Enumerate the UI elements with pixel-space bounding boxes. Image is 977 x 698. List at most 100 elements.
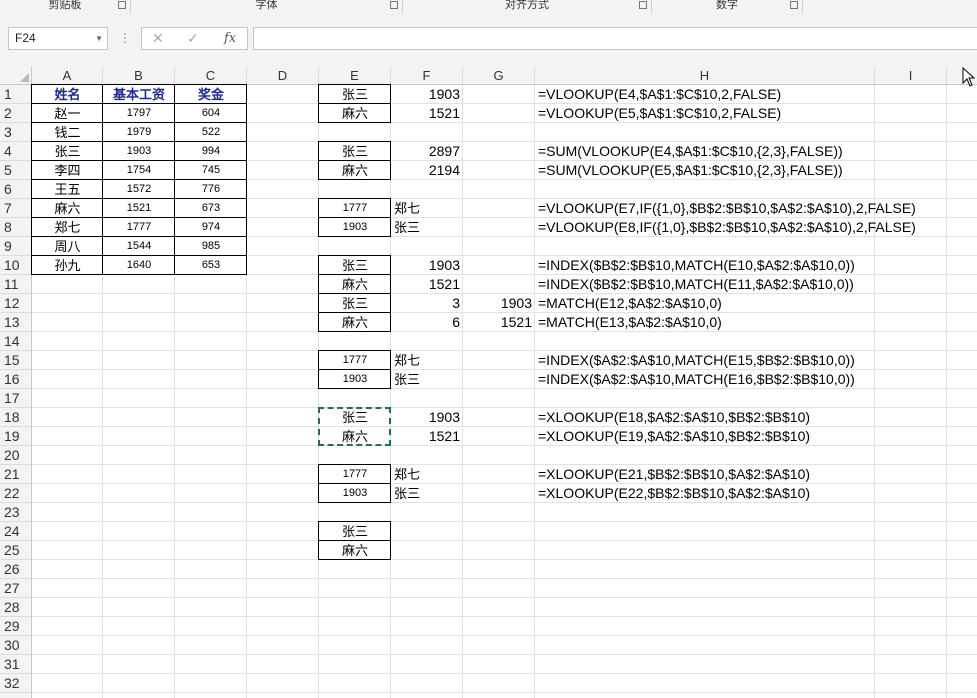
row-header[interactable]: 5 (0, 161, 31, 180)
formula-cell-f15[interactable]: 郑七 (391, 351, 463, 370)
cell-area[interactable]: 姓名 基本工资 奖金 赵一 1797 604 钱二 1979 522 张三 1903 994 李四 175… (31, 84, 977, 698)
formula-cell-h21[interactable]: =XLOOKUP(E21,$B$2:$B$10,$A$2:$A$10) (535, 465, 875, 484)
formula-cell-f8[interactable]: 张三 (391, 218, 463, 237)
cancel-icon[interactable]: ✕ (152, 30, 164, 47)
row-header[interactable]: 17 (0, 389, 31, 408)
row-header[interactable]: 26 (0, 560, 31, 579)
formula-cell-h15[interactable]: =INDEX($A$2:$A$10,MATCH(E15,$B$2:$B$10,0… (535, 351, 875, 370)
row-header[interactable]: 13 (0, 313, 31, 332)
row-header[interactable]: 4 (0, 142, 31, 161)
row-header[interactable]: 30 (0, 636, 31, 655)
grid-line (32, 616, 977, 617)
row-header[interactable]: 21 (0, 465, 31, 484)
row-header[interactable]: 22 (0, 484, 31, 503)
dialog-launcher-icon[interactable] (790, 1, 798, 9)
row-header[interactable]: 27 (0, 579, 31, 598)
row-header[interactable]: 19 (0, 427, 31, 446)
formula-cell-f19[interactable]: 1521 (391, 427, 463, 446)
table-cell-border (31, 84, 103, 104)
formula-cell-h16[interactable]: =INDEX($A$2:$A$10,MATCH(E16,$B$2:$B$10,0… (535, 370, 875, 389)
chevron-down-icon[interactable]: ▼ (95, 28, 103, 49)
column-header-h[interactable]: H (535, 67, 875, 84)
formula-cell-h1[interactable]: =VLOOKUP(E4,$A$1:$C$10,2,FALSE) (535, 85, 875, 104)
row-header[interactable]: 20 (0, 446, 31, 465)
row-header[interactable]: 28 (0, 598, 31, 617)
formula-cell-f7[interactable]: 郑七 (391, 199, 463, 218)
enter-icon[interactable]: ✓ (187, 30, 199, 47)
row-header[interactable]: 25 (0, 541, 31, 560)
row-header[interactable]: 32 (0, 674, 31, 693)
lookup-input-border (318, 540, 391, 560)
column-header-d[interactable]: D (247, 67, 319, 84)
table-cell-border (102, 198, 175, 218)
formula-cell-f5[interactable]: 2194 (391, 161, 463, 180)
formula-cell-f10[interactable]: 1903 (391, 256, 463, 275)
column-header-c[interactable]: C (175, 67, 247, 84)
column-header-f[interactable]: F (391, 67, 463, 84)
dialog-launcher-icon[interactable] (390, 1, 398, 9)
formula-cell-h8[interactable]: =VLOOKUP(E8,IF({1,0},$B$2:$B$10,$A$2:$A$… (535, 218, 916, 237)
row-header[interactable]: 10 (0, 256, 31, 275)
formula-cell-h4[interactable]: =SUM(VLOOKUP(E4,$A$1:$C$10,{2,3},FALSE)) (535, 142, 875, 161)
formula-cell-f2[interactable]: 1521 (391, 104, 463, 123)
row-header[interactable]: 6 (0, 180, 31, 199)
column-header-i[interactable]: I (875, 67, 947, 84)
formula-cell-h7[interactable]: =VLOOKUP(E7,IF({1,0},$B$2:$B$10,$A$2:$A$… (535, 199, 916, 218)
formula-cell-f4[interactable]: 2897 (391, 142, 463, 161)
row-header[interactable]: 14 (0, 332, 31, 351)
row-header[interactable]: 7 (0, 199, 31, 218)
table-cell-border (102, 236, 175, 256)
formula-cell-f11[interactable]: 1521 (391, 275, 463, 294)
formula-cell-g13[interactable]: 1521 (463, 313, 535, 332)
lookup-input-border (318, 464, 391, 484)
formula-cell-h13[interactable]: =MATCH(E13,$A$2:$A$10,0) (535, 313, 875, 332)
formula-cell-h12[interactable]: =MATCH(E12,$A$2:$A$10,0) (535, 294, 875, 313)
column-header-g[interactable]: G (463, 67, 535, 84)
formula-cell-h2[interactable]: =VLOOKUP(E5,$A$1:$C$10,2,FALSE) (535, 104, 875, 123)
dialog-launcher-icon[interactable] (639, 1, 647, 9)
formula-cell-f1[interactable]: 1903 (391, 85, 463, 104)
row-header[interactable]: 8 (0, 218, 31, 237)
formula-cell-f12[interactable]: 3 (391, 294, 463, 313)
column-header-e[interactable]: E (319, 67, 391, 84)
row-header[interactable]: 18 (0, 408, 31, 427)
row-header[interactable]: 29 (0, 617, 31, 636)
worksheet-grid[interactable]: A B C D E F G H I 1 2 3 4 5 6 7 8 9 10 11 12 13 14 15 1… (0, 67, 977, 698)
column-header-a[interactable]: A (32, 67, 103, 84)
formula-cell-f16[interactable]: 张三 (391, 370, 463, 389)
formula-cell-h11[interactable]: =INDEX($B$2:$B$10,MATCH(E11,$A$2:$A$10,0… (535, 275, 875, 294)
lookup-input-border (318, 312, 391, 332)
table-cell-border (174, 103, 247, 123)
row-header[interactable]: 16 (0, 370, 31, 389)
formula-cell-h5[interactable]: =SUM(VLOOKUP(E5,$A$1:$C$10,{2,3},FALSE)) (535, 161, 875, 180)
formula-cell-f21[interactable]: 郑七 (391, 465, 463, 484)
row-header[interactable]: 12 (0, 294, 31, 313)
name-box[interactable]: F24 ▼ (8, 27, 108, 50)
grid-line (32, 692, 977, 693)
row-header[interactable]: 3 (0, 123, 31, 142)
formula-cell-g12[interactable]: 1903 (463, 294, 535, 313)
row-header[interactable]: 31 (0, 655, 31, 674)
formula-cell-f13[interactable]: 6 (391, 313, 463, 332)
column-header-b[interactable]: B (103, 67, 175, 84)
dialog-launcher-icon[interactable] (118, 1, 126, 9)
formula-cell-h18[interactable]: =XLOOKUP(E18,$A$2:$A$10,$B$2:$B$10) (535, 408, 875, 427)
formula-cell-h19[interactable]: =XLOOKUP(E19,$A$2:$A$10,$B$2:$B$10) (535, 427, 875, 446)
formula-cell-f22[interactable]: 张三 (391, 484, 463, 503)
row-header[interactable]: 1 (0, 85, 31, 104)
insert-function-icon[interactable]: fx (224, 31, 236, 46)
row-header[interactable]: 23 (0, 503, 31, 522)
formula-input[interactable] (253, 27, 977, 50)
formula-cell-h22[interactable]: =XLOOKUP(E22,$B$2:$B$10,$A$2:$A$10) (535, 484, 875, 503)
select-all-button[interactable] (0, 67, 32, 84)
row-header[interactable]: 15 (0, 351, 31, 370)
formula-cell-h10[interactable]: =INDEX($B$2:$B$10,MATCH(E10,$A$2:$A$10,0… (535, 256, 875, 275)
row-header[interactable]: 9 (0, 237, 31, 256)
row-header[interactable]: 24 (0, 522, 31, 541)
row-header[interactable]: 2 (0, 104, 31, 123)
table-cell-border (174, 236, 247, 256)
more-options-icon[interactable]: ⋮ (119, 31, 131, 45)
formula-cell-f18[interactable]: 1903 (391, 408, 463, 427)
lookup-input-border (318, 274, 391, 294)
row-header[interactable]: 11 (0, 275, 31, 294)
